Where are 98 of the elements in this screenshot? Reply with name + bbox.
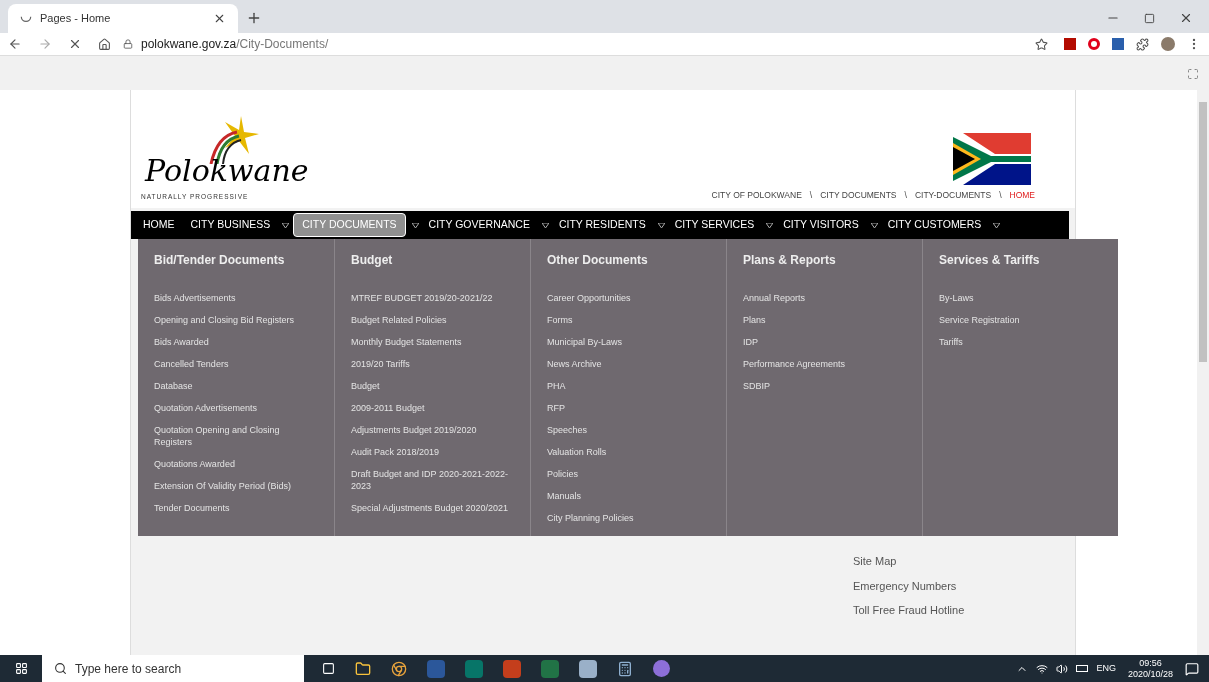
breadcrumb-separator: \ [999, 189, 1002, 202]
menu-link[interactable]: Policies [547, 468, 710, 480]
menu-link[interactable]: Speeches [547, 424, 710, 436]
close-icon[interactable] [213, 12, 226, 25]
nav-item[interactable]: CITY VISITORS [777, 214, 865, 236]
menu-link[interactable]: Extension Of Validity Period (Bids) [154, 480, 318, 492]
menu-link[interactable]: Budget Related Policies [351, 314, 514, 326]
browser-icon[interactable] [391, 660, 407, 677]
nav-item[interactable]: CITY SERVICES [668, 214, 761, 236]
menu-link[interactable]: IDP [743, 336, 906, 348]
menu-heading: Services & Tariffs [939, 252, 1041, 269]
scrollbar[interactable] [1197, 90, 1209, 655]
notifications-icon[interactable] [1185, 661, 1199, 676]
menu-link[interactable]: Database [154, 380, 318, 392]
menu-link[interactable]: Budget [351, 380, 514, 392]
stop-icon[interactable] [68, 37, 82, 51]
menu-link[interactable]: Opening and Closing Bid Registers [154, 314, 318, 326]
menu-link[interactable]: Tender Documents [154, 502, 318, 514]
nav-item[interactable]: HOME [137, 214, 181, 236]
browser-tab[interactable]: Pages - Home [8, 4, 238, 33]
nav-item[interactable]: CITY CUSTOMERS [881, 214, 988, 236]
maximize-icon[interactable] [1144, 12, 1155, 24]
loading-icon [20, 15, 32, 22]
lock-icon [123, 39, 133, 49]
menu-link[interactable]: Performance Agreements [743, 358, 906, 370]
menu-link[interactable]: Adjustments Budget 2019/2020 [351, 424, 514, 436]
breadcrumb-link[interactable]: HOME [1009, 189, 1035, 202]
nav-item[interactable]: CITY RESIDENTS [552, 214, 652, 236]
url-domain: polokwane.gov.za [141, 37, 237, 51]
footer-link[interactable]: Toll Free Fraud Hotline [853, 602, 1075, 619]
menu-link[interactable]: Bids Awarded [154, 336, 318, 348]
fullscreen-icon[interactable] [1187, 68, 1199, 80]
menu-heading: Other Documents [547, 252, 649, 269]
menu-link[interactable]: RFP [547, 402, 710, 414]
nav-item[interactable]: CITY BUSINESS [184, 214, 277, 236]
nav-item[interactable]: CITY DOCUMENTS [293, 213, 406, 237]
wifi-icon[interactable] [1036, 662, 1049, 675]
menu-link[interactable]: Bids Advertisements [154, 292, 318, 304]
menu-heading: Bid/Tender Documents [154, 252, 286, 269]
speaker-icon[interactable] [1056, 662, 1069, 675]
menu-link[interactable]: News Archive [547, 358, 710, 370]
menu-link[interactable]: MTREF BUDGET 2019/20-2021/22 [351, 292, 514, 304]
back-icon[interactable] [8, 37, 22, 51]
folder-icon[interactable] [355, 660, 371, 677]
footer-link[interactable]: Emergency Numbers [853, 577, 1075, 594]
address-field[interactable]: polokwane.gov.za/City-Documents/ [123, 35, 329, 53]
menu-link[interactable]: 2009-2011 Budget [351, 402, 514, 414]
menu-link[interactable]: City Planning Policies [547, 512, 710, 524]
menu-link[interactable]: Audit Pack 2018/2019 [351, 446, 514, 458]
new-tab-icon[interactable] [246, 10, 262, 26]
clock-time[interactable]: 09:56 [1139, 657, 1162, 669]
menu-heading: Plans & Reports [743, 252, 837, 269]
menu-link[interactable]: Career Opportunities [547, 292, 710, 304]
breadcrumb-link[interactable]: CITY OF POLOKWANE [711, 189, 802, 202]
search-icon [54, 662, 67, 675]
taskbar-search-field[interactable]: Type here to search [42, 655, 304, 682]
menu-link[interactable]: Monthly Budget Statements [351, 336, 514, 348]
logo-wordmark: Polokwane [145, 156, 309, 187]
task-view-icon[interactable] [322, 662, 335, 675]
breadcrumb-link[interactable]: CITY DOCUMENTS [820, 189, 897, 202]
home-icon[interactable] [98, 37, 111, 51]
menu-heading: Budget [351, 252, 394, 269]
clock-date[interactable]: 2020/10/28 [1127, 668, 1173, 680]
menu-link[interactable]: By-Laws [939, 292, 1102, 304]
menu-link[interactable]: Special Adjustments Budget 2020/2021 [351, 502, 514, 514]
url-path: /City-Documents/ [236, 37, 329, 51]
bookmark-star-icon[interactable] [1035, 37, 1048, 51]
menu-link[interactable]: Quotations Awarded [154, 458, 318, 470]
nav-item[interactable]: CITY GOVERNANCE [422, 214, 536, 236]
extensions-icon[interactable] [1136, 37, 1149, 51]
menu-link[interactable]: 2019/20 Tariffs [351, 358, 514, 370]
menu-link[interactable]: Manuals [547, 490, 710, 502]
menu-link[interactable]: Forms [547, 314, 710, 326]
menu-link[interactable]: Service Registration [939, 314, 1102, 326]
menu-link[interactable]: Annual Reports [743, 292, 906, 304]
tab-title: Pages - Home [40, 11, 112, 27]
breadcrumb-separator: \ [809, 189, 813, 202]
close-icon[interactable] [1179, 11, 1193, 25]
search-placeholder: Type here to search [75, 660, 182, 678]
calculator-icon[interactable] [617, 660, 633, 677]
menu-link[interactable]: Tariffs [939, 336, 1102, 348]
extension-icon[interactable] [1088, 38, 1100, 50]
menu-link[interactable]: Municipal By-Laws [547, 336, 710, 348]
menu-link[interactable]: Quotation Advertisements [154, 402, 318, 414]
menu-link[interactable]: Valuation Rolls [547, 446, 710, 458]
profile-avatar[interactable] [1161, 37, 1175, 51]
battery-icon[interactable] [1076, 665, 1089, 672]
menu-link[interactable]: SDBIP [743, 380, 906, 392]
menu-link[interactable]: Cancelled Tenders [154, 358, 318, 370]
menu-link[interactable]: Plans [743, 314, 906, 326]
menu-link[interactable]: Quotation Opening and Closing Registers [154, 424, 318, 448]
breadcrumb-link[interactable]: CITY-DOCUMENTS [914, 189, 992, 202]
breadcrumb-separator: \ [904, 189, 907, 202]
footer-link[interactable]: Site Map [853, 553, 1075, 570]
menu-link[interactable]: PHA [547, 380, 710, 392]
windows-start-icon[interactable] [14, 662, 28, 675]
language-indicator[interactable]: ENG [1096, 661, 1116, 676]
menu-link[interactable]: Draft Budget and IDP 2020-2021-2022-2023 [351, 468, 514, 492]
